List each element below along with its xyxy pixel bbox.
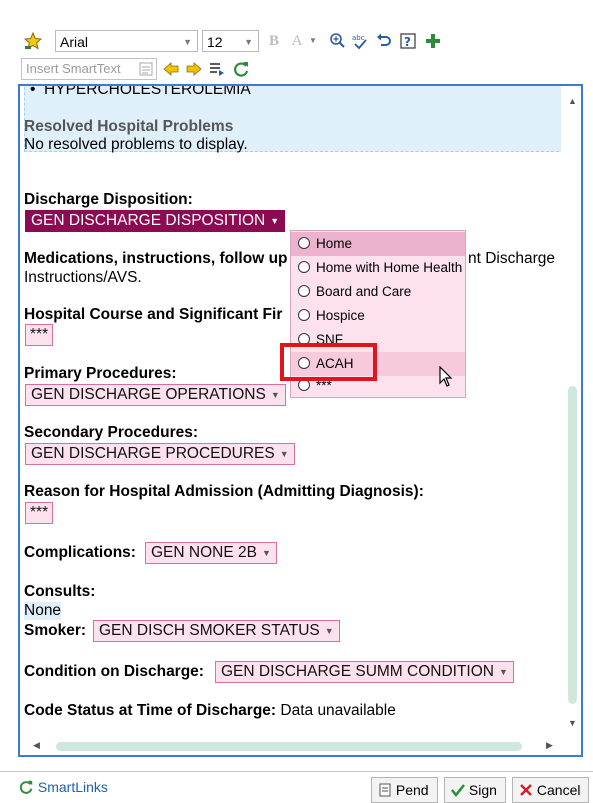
hospital-course-wildcard[interactable]: *** <box>25 324 54 346</box>
smoker-label: Smoker: <box>24 622 87 639</box>
problem-item-text: HYPERCHOLESTEROLEMIA <box>44 84 251 98</box>
undo-icon[interactable] <box>375 32 393 50</box>
complications-smartlist[interactable]: GEN NONE 2B ▼ <box>145 542 277 564</box>
option-label: Board and Care <box>316 284 412 299</box>
horizontal-scrollbar-thumb[interactable] <box>56 742 522 751</box>
smoker-smartlist[interactable]: GEN DISCH SMOKER STATUS ▼ <box>93 620 340 642</box>
option-home-with-home-health[interactable]: Home with Home Health <box>291 256 465 280</box>
resolved-heading: Resolved Hospital Problems <box>24 118 234 135</box>
consults-label: Consults: <box>24 583 96 600</box>
chevron-down-icon: ▼ <box>270 216 280 226</box>
smoker-chip-text: GEN DISCH SMOKER STATUS <box>99 622 320 640</box>
complications-label: Complications: <box>24 544 136 561</box>
primary-procedures-label: Primary Procedures: <box>24 365 177 382</box>
favorite-star-icon[interactable] <box>24 32 42 50</box>
bold-icon[interactable]: B <box>265 32 283 50</box>
discharge-disposition-smartlist[interactable]: GEN DISCHARGE DISPOSITION ▼ <box>25 210 286 232</box>
consults-value: None <box>24 602 62 620</box>
chevron-down-icon: ▼ <box>279 449 289 459</box>
chevron-down-icon: ▼ <box>244 37 253 47</box>
discharge-disposition-label: Discharge Disposition: <box>24 191 193 208</box>
note-editor[interactable]: • HYPERCHOLESTEROLEMIA Resolved Hospital… <box>18 84 583 757</box>
primary-procedures-smartlist[interactable]: GEN DISCHARGE OPERATIONS ▼ <box>25 384 286 406</box>
option-label: Home <box>316 236 353 251</box>
pend-label: Pend <box>395 782 429 798</box>
secondary-procedures-chip-text: GEN DISCHARGE PROCEDURES <box>31 445 275 463</box>
medications-line2: Instructions/AVS. <box>24 269 142 286</box>
sign-button[interactable]: Sign <box>444 777 506 803</box>
radio-icon <box>298 285 310 297</box>
chevron-down-icon: ▼ <box>270 390 280 400</box>
smartlinks-button[interactable]: SmartLinks <box>18 779 108 795</box>
forward-arrow-icon[interactable] <box>185 60 203 78</box>
pend-button[interactable]: Pend <box>371 777 438 803</box>
font-name-value: Arial <box>60 34 89 50</box>
svg-text:?: ? <box>404 35 411 49</box>
vertical-scrollbar-thumb[interactable] <box>568 386 577 704</box>
checkmark-icon <box>451 782 465 798</box>
radio-icon <box>298 309 310 321</box>
option-home[interactable]: Home <box>291 232 465 256</box>
cancel-label: Cancel <box>536 782 581 798</box>
primary-procedures-chip-text: GEN DISCHARGE OPERATIONS <box>31 386 266 404</box>
code-status-value: Data unavailable <box>280 702 396 719</box>
condition-label: Condition on Discharge: <box>24 663 204 680</box>
medications-label: Medications, instructions, follow up <box>24 250 288 267</box>
back-arrow-icon[interactable] <box>162 60 180 78</box>
chevron-down-icon: ▼ <box>183 37 192 47</box>
smartlinks-label: SmartLinks <box>37 779 108 795</box>
svg-text:abc: abc <box>352 34 365 42</box>
spellcheck-icon[interactable]: abc <box>351 32 369 50</box>
condition-chip-text: GEN DISCHARGE SUMM CONDITION <box>221 663 494 681</box>
secondary-procedures-smartlist[interactable]: GEN DISCHARGE PROCEDURES ▼ <box>25 443 295 465</box>
sign-label: Sign <box>468 782 497 798</box>
font-color-icon[interactable]: A <box>288 32 306 50</box>
option-label: Hospice <box>316 308 365 323</box>
reason-label: Reason for Hospital Admission (Admitting… <box>24 483 424 500</box>
radio-icon <box>298 237 310 249</box>
cancel-button[interactable]: Cancel <box>512 777 590 803</box>
font-name-select[interactable]: Arial ▼ <box>55 30 198 52</box>
scroll-up-icon[interactable]: ▲ <box>568 96 577 106</box>
zoom-icon[interactable] <box>328 32 346 50</box>
scroll-right-icon[interactable]: ▶ <box>546 740 553 751</box>
footer-divider <box>0 771 593 772</box>
code-status-line: Code Status at Time of Discharge: Data u… <box>24 702 396 720</box>
font-color-dropdown-icon[interactable]: ▼ <box>308 32 318 50</box>
problem-list-item: • HYPERCHOLESTEROLEMIA <box>30 84 251 99</box>
complications-chip-text: GEN NONE 2B <box>151 544 257 562</box>
option-board-and-care[interactable]: Board and Care <box>291 280 465 304</box>
lines-icon[interactable] <box>208 60 226 78</box>
font-size-value: 12 <box>207 34 223 50</box>
scroll-left-icon[interactable]: ◀ <box>33 740 40 751</box>
close-icon <box>519 782 533 798</box>
option-hospice[interactable]: Hospice <box>291 304 465 328</box>
discharge-disposition-chip-text: GEN DISCHARGE DISPOSITION <box>31 212 266 230</box>
code-status-label: Code Status at Time of Discharge: <box>24 702 277 719</box>
refresh-icon[interactable] <box>232 60 250 78</box>
reason-wildcard[interactable]: *** <box>25 502 54 524</box>
condition-smartlist[interactable]: GEN DISCHARGE SUMM CONDITION ▼ <box>215 661 514 683</box>
radio-icon <box>298 261 310 273</box>
hospital-course-label: Hospital Course and Significant Fir <box>24 306 283 323</box>
resolved-text: No resolved problems to display. <box>24 136 248 153</box>
refresh-icon <box>18 779 38 795</box>
insert-smarttext-list-icon[interactable] <box>137 60 155 78</box>
insert-smarttext-placeholder: Insert SmartText <box>26 61 121 76</box>
medications-suffix: nt Discharge <box>468 250 556 267</box>
chevron-down-icon: ▼ <box>261 548 271 558</box>
mouse-cursor-icon <box>439 365 453 393</box>
option-label: Home with Home Health <box>316 260 463 275</box>
chevron-down-icon: ▼ <box>324 626 334 636</box>
pend-icon <box>378 782 392 798</box>
secondary-procedures-label: Secondary Procedures: <box>24 424 199 441</box>
help-icon[interactable]: ? <box>399 32 417 50</box>
font-size-select[interactable]: 12 ▼ <box>202 30 259 52</box>
chevron-down-icon: ▼ <box>498 667 508 677</box>
highlight-box <box>280 343 377 381</box>
add-icon[interactable] <box>424 32 442 50</box>
scroll-down-icon[interactable]: ▼ <box>568 718 577 728</box>
